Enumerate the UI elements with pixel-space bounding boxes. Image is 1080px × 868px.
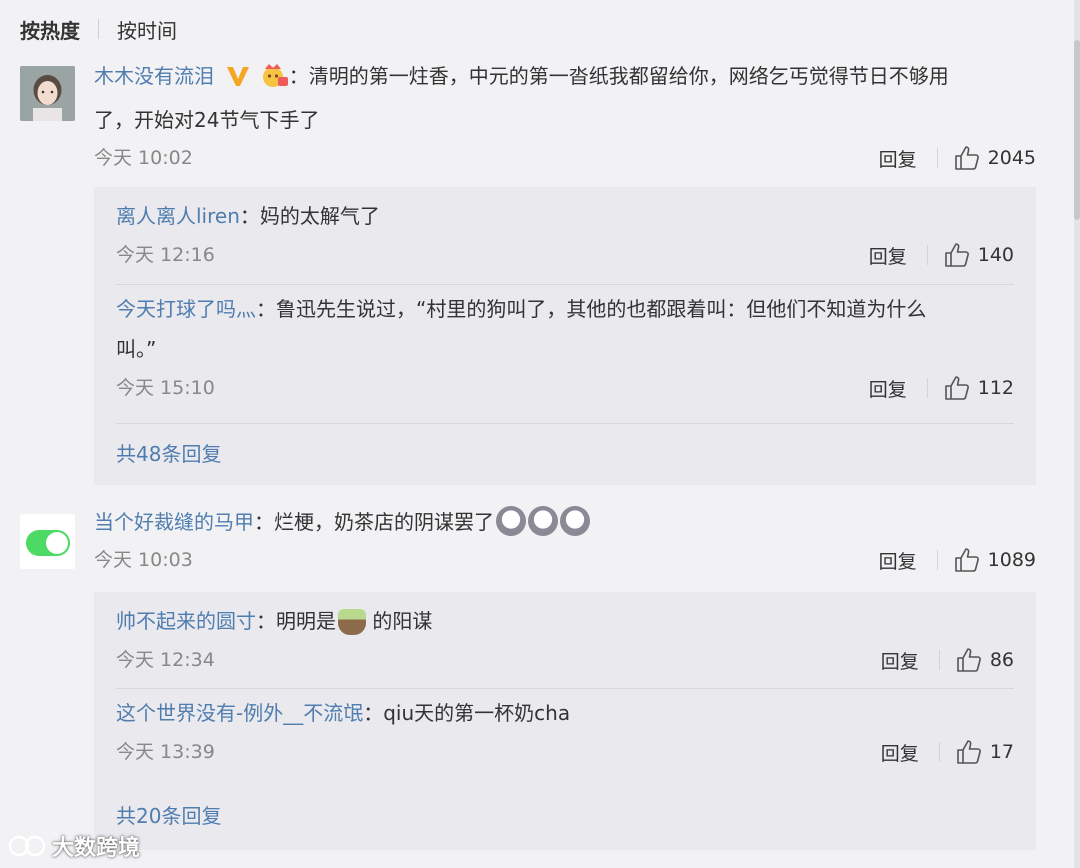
milk-tea-emoji xyxy=(338,609,366,635)
reply-meta: 今天 15:10 回复 112 xyxy=(116,373,1014,403)
vip-crown-icon xyxy=(261,59,289,101)
timestamp: 今天 12:34 xyxy=(116,649,215,671)
comment-text: 当个好裁缝的马甲：烂梗，奶茶店的阴谋罢了 xyxy=(94,501,1036,543)
reply-item: 帅不起来的圆寸：明明是 的阳谋 今天 12:34 回复 86 xyxy=(116,592,1014,688)
reply-button[interactable]: 回复 xyxy=(881,647,919,674)
reply-item: 今天打球了吗灬：鲁迅先生说过，“村里的狗叫了，其他的也都跟着叫：但他们不知道为什… xyxy=(116,285,1014,423)
avatar-portrait-icon xyxy=(20,66,75,121)
action-divider xyxy=(938,742,940,762)
reply-text: 这个世界没有-例外__不流氓：qiu天的第一杯奶cha xyxy=(116,689,1014,734)
comment-meta: 今天 10:03 回复 1089 xyxy=(94,545,1036,575)
reply-text-cont: 叫。” xyxy=(116,337,157,361)
timestamp: 今天 13:39 xyxy=(116,741,215,763)
comment-username[interactable]: 当个好裁缝的马甲 xyxy=(94,510,254,534)
thumbs-up-icon xyxy=(944,376,969,400)
comment-item: 木木没有流泪 ：清明的第一炷香，中元的第一沓纸我都留给你，网络乞丐觉得节日不够用… xyxy=(20,60,1036,490)
reply-content: ：明明是 xyxy=(256,609,336,633)
like-button[interactable]: 2045 xyxy=(954,145,1036,171)
reply-text: 帅不起来的圆寸：明明是 的阳谋 xyxy=(116,592,1014,642)
watermark-logo-icon xyxy=(8,835,46,857)
reply-button[interactable]: 回复 xyxy=(879,547,917,574)
scrollbar-thumb[interactable] xyxy=(1074,40,1080,220)
reply-button[interactable]: 回复 xyxy=(879,145,917,172)
comment-content: ：烂梗，奶茶店的阴谋罢了 xyxy=(254,510,494,534)
reply-item: 离人离人liren：妈的太解气了 今天 12:16 回复 140 xyxy=(116,187,1014,284)
tab-divider xyxy=(98,19,99,39)
like-count: 86 xyxy=(989,649,1014,671)
thumbs-up-icon xyxy=(957,648,981,672)
reply-text: 今天打球了吗灬：鲁迅先生说过，“村里的狗叫了，其他的也都跟着叫：但他们不知道为什… xyxy=(116,285,1014,330)
reply-username[interactable]: 这个世界没有-例外__不流氓 xyxy=(116,701,363,725)
reply-item: 这个世界没有-例外__不流氓：qiu天的第一杯奶cha 今天 13:39 回复 … xyxy=(116,689,1014,785)
comment-username[interactable]: 木木没有流泪 xyxy=(94,64,214,88)
avatar[interactable] xyxy=(20,514,75,569)
thumbs-up-icon xyxy=(957,740,981,764)
reply-button[interactable]: 回复 xyxy=(881,739,919,766)
tab-sort-hot[interactable]: 按热度 xyxy=(20,15,80,44)
like-count: 140 xyxy=(977,244,1014,266)
view-more-replies[interactable]: 共20条回复 xyxy=(116,786,1014,846)
watermark: 大数跨境 xyxy=(8,830,140,862)
reply-username[interactable]: 今天打球了吗灬 xyxy=(116,297,256,321)
reply-meta: 今天 12:16 回复 140 xyxy=(116,240,1014,270)
thumbs-up-icon xyxy=(954,146,979,170)
thumbs-up-icon xyxy=(944,243,969,267)
like-count: 17 xyxy=(989,741,1014,763)
sort-tabs: 按热度 按时间 xyxy=(20,14,177,44)
view-more-replies[interactable]: 共48条回复 xyxy=(116,424,1014,484)
action-divider xyxy=(936,550,938,570)
timestamp: 今天 10:03 xyxy=(94,549,193,571)
action-divider xyxy=(926,245,928,265)
reply-content: ：妈的太解气了 xyxy=(239,204,380,228)
reply-content-cont: 的阳谋 xyxy=(366,609,433,633)
like-button[interactable]: 1089 xyxy=(954,547,1036,573)
like-button[interactable]: 17 xyxy=(956,739,1014,765)
reply-content: ：鲁迅先生说过，“村里的狗叫了，其他的也都跟着叫：但他们不知道为什么 xyxy=(256,297,927,321)
reply-button[interactable]: 回复 xyxy=(869,242,907,269)
laugh-dog-emoji xyxy=(528,506,558,536)
laugh-dog-emoji xyxy=(560,506,590,536)
reply-meta: 今天 12:34 回复 86 xyxy=(116,645,1014,675)
reply-content: ：qiu天的第一杯奶cha xyxy=(363,701,571,725)
reply-box: 帅不起来的圆寸：明明是 的阳谋 今天 12:34 回复 86 这个世界没有-例外… xyxy=(94,592,1036,850)
timestamp: 今天 15:10 xyxy=(116,377,215,399)
comment-text: 木木没有流泪 ：清明的第一炷香，中元的第一沓纸我都留给你，网络乞丐觉得节日不够用 xyxy=(94,55,1036,101)
laugh-dog-emoji xyxy=(496,506,526,536)
like-count: 1089 xyxy=(987,549,1036,571)
reply-box: 离人离人liren：妈的太解气了 今天 12:16 回复 140 今天打球了吗灬… xyxy=(94,187,1036,485)
reply-username[interactable]: 帅不起来的圆寸 xyxy=(116,609,256,633)
like-button[interactable]: 112 xyxy=(944,375,1014,401)
timestamp: 今天 10:02 xyxy=(94,147,193,169)
timestamp: 今天 12:16 xyxy=(116,244,215,266)
action-divider xyxy=(936,148,938,168)
comment-meta: 今天 10:02 回复 2045 xyxy=(94,143,1036,173)
verified-v-icon xyxy=(226,59,250,101)
reply-button[interactable]: 回复 xyxy=(869,375,907,402)
action-divider xyxy=(938,650,940,670)
like-button[interactable]: 140 xyxy=(944,242,1014,268)
comment-content: ：清明的第一炷香，中元的第一沓纸我都留给你，网络乞丐觉得节日不够用 xyxy=(288,64,949,88)
avatar[interactable] xyxy=(20,66,75,121)
action-divider xyxy=(926,378,928,398)
comment-item: 当个好裁缝的马甲：烂梗，奶茶店的阴谋罢了 今天 10:03 回复 1089 帅不… xyxy=(20,500,1036,860)
comment-text-cont: 了，开始对24节气下手了 xyxy=(94,108,320,132)
toggle-switch-avatar xyxy=(20,514,75,569)
thumbs-up-icon xyxy=(954,548,979,572)
reply-meta: 今天 13:39 回复 17 xyxy=(116,737,1014,767)
tab-sort-time[interactable]: 按时间 xyxy=(117,15,177,44)
reply-text: 离人离人liren：妈的太解气了 xyxy=(116,187,1014,237)
like-count: 2045 xyxy=(987,147,1036,169)
watermark-text: 大数跨境 xyxy=(52,836,141,861)
like-button[interactable]: 86 xyxy=(956,647,1014,673)
reply-username[interactable]: 离人离人liren xyxy=(116,204,240,228)
like-count: 112 xyxy=(977,377,1014,399)
